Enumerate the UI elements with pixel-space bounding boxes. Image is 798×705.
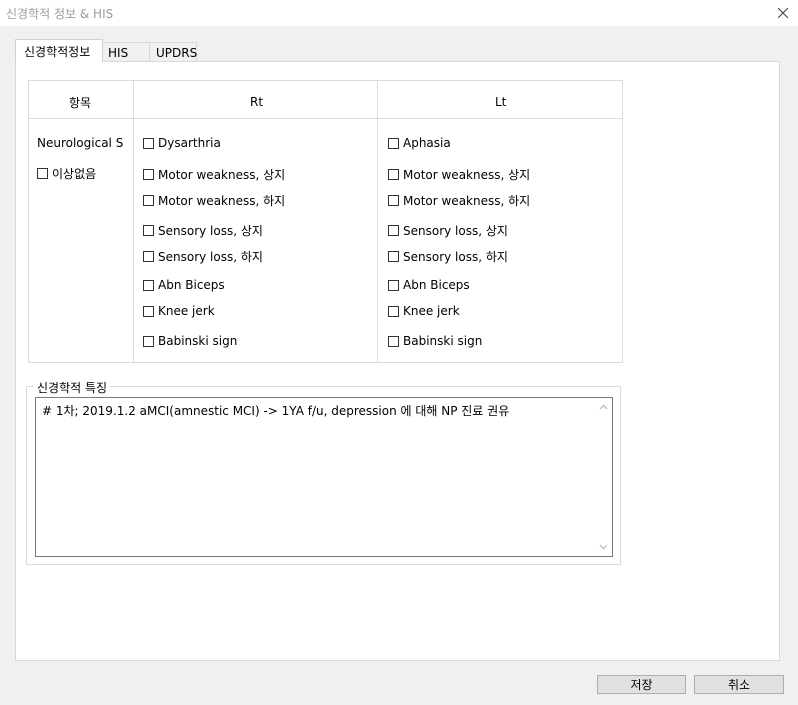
scroll-up-icon[interactable]: [599, 403, 608, 412]
checkbox-box[interactable]: [388, 225, 399, 236]
tab-label: HIS: [108, 46, 129, 60]
tab-label: 신경학적정보: [24, 45, 91, 59]
lt-babinski-checkbox[interactable]: Babinski sign: [388, 334, 482, 348]
checkbox-label: Abn Biceps: [158, 278, 225, 292]
checkbox-box[interactable]: [388, 335, 399, 347]
checkbox-label: Knee jerk: [403, 304, 460, 318]
features-text: # 1차; 2019.1.2 aMCI(amnestic MCI) -> 1YA…: [42, 404, 510, 418]
checkbox-box[interactable]: [37, 168, 48, 179]
checkbox-label: Sensory loss, 상지: [403, 224, 508, 238]
lt-sensory-lower-checkbox[interactable]: Sensory loss, 하지: [388, 248, 508, 265]
close-button[interactable]: [768, 0, 798, 26]
header-lt: Lt: [495, 95, 507, 109]
features-legend: 신경학적 특징: [34, 379, 111, 396]
rt-sensory-upper-checkbox[interactable]: Sensory loss, 상지: [143, 222, 263, 239]
tab-updrs[interactable]: UPDRS: [149, 42, 197, 62]
rt-sensory-lower-checkbox[interactable]: Sensory loss, 하지: [143, 248, 263, 265]
checkbox-label: Sensory loss, 상지: [158, 224, 263, 238]
rt-motor-upper-checkbox[interactable]: Motor weakness, 상지: [143, 166, 285, 183]
checkbox-label: Motor weakness, 상지: [403, 168, 531, 182]
checkbox-label: Babinski sign: [158, 334, 238, 348]
lt-knee-jerk-checkbox[interactable]: Knee jerk: [388, 304, 460, 318]
rt-motor-lower-checkbox[interactable]: Motor weakness, 하지: [143, 192, 285, 209]
checkbox-label: Babinski sign: [403, 334, 483, 348]
tab-panel: [15, 61, 780, 661]
header-rt: Rt: [250, 95, 264, 109]
tab-label: UPDRS: [156, 46, 198, 60]
checkbox-label: Motor weakness, 하지: [403, 194, 531, 208]
checkbox-label: Motor weakness, 상지: [158, 168, 286, 182]
lt-motor-lower-checkbox[interactable]: Motor weakness, 하지: [388, 192, 530, 209]
checkbox-label: Sensory loss, 하지: [158, 250, 263, 264]
tab-neuro-info[interactable]: 신경학적정보: [15, 39, 103, 62]
checkbox-label: 이상없음: [52, 167, 97, 181]
checkbox-label: Motor weakness, 하지: [158, 194, 286, 208]
features-scrollbar[interactable]: [596, 398, 612, 556]
scroll-down-icon[interactable]: [599, 542, 608, 551]
checkbox-box[interactable]: [388, 169, 399, 180]
checkbox-label: Sensory loss, 하지: [403, 250, 508, 264]
checkbox-box[interactable]: [388, 305, 399, 317]
close-icon: [778, 8, 788, 18]
lt-motor-upper-checkbox[interactable]: Motor weakness, 상지: [388, 166, 530, 183]
checkbox-box[interactable]: [388, 195, 399, 206]
checkbox-label: Dysarthria: [158, 136, 221, 150]
lt-sensory-upper-checkbox[interactable]: Sensory loss, 상지: [388, 222, 508, 239]
checkbox-label: Aphasia: [403, 136, 451, 150]
save-button[interactable]: 저장: [597, 675, 686, 694]
checkbox-box[interactable]: [388, 279, 399, 291]
header-item: 항목: [69, 96, 92, 110]
tab-his[interactable]: HIS: [102, 42, 150, 62]
checkbox-label: Knee jerk: [158, 304, 215, 318]
lt-abn-biceps-checkbox[interactable]: Abn Biceps: [388, 278, 470, 292]
checkbox-box[interactable]: [143, 251, 154, 262]
checkbox-label: Abn Biceps: [403, 278, 470, 292]
checkbox-no-abnormality[interactable]: 이상없음: [37, 165, 96, 182]
checkbox-box[interactable]: [388, 137, 399, 149]
rt-dysarthria-checkbox[interactable]: Dysarthria: [143, 136, 221, 150]
lt-aphasia-checkbox[interactable]: Aphasia: [388, 136, 451, 150]
checkbox-box[interactable]: [143, 195, 154, 206]
rt-knee-jerk-checkbox[interactable]: Knee jerk: [143, 304, 215, 318]
window-title: 신경학적 정보 & HIS: [6, 7, 114, 21]
cancel-button[interactable]: 취소: [694, 675, 784, 694]
title-bar: 신경학적 정보 & HIS: [0, 0, 798, 26]
checkbox-box[interactable]: [143, 335, 154, 347]
checkbox-box[interactable]: [143, 279, 154, 291]
checkbox-box[interactable]: [143, 305, 154, 317]
checkbox-box[interactable]: [388, 251, 399, 262]
checkbox-box[interactable]: [143, 137, 154, 149]
row-label-neurological: Neurological S: [37, 136, 124, 150]
rt-babinski-checkbox[interactable]: Babinski sign: [143, 334, 237, 348]
features-textarea[interactable]: # 1차; 2019.1.2 aMCI(amnestic MCI) -> 1YA…: [35, 397, 613, 557]
rt-abn-biceps-checkbox[interactable]: Abn Biceps: [143, 278, 225, 292]
checkbox-box[interactable]: [143, 225, 154, 236]
checkbox-box[interactable]: [143, 169, 154, 180]
